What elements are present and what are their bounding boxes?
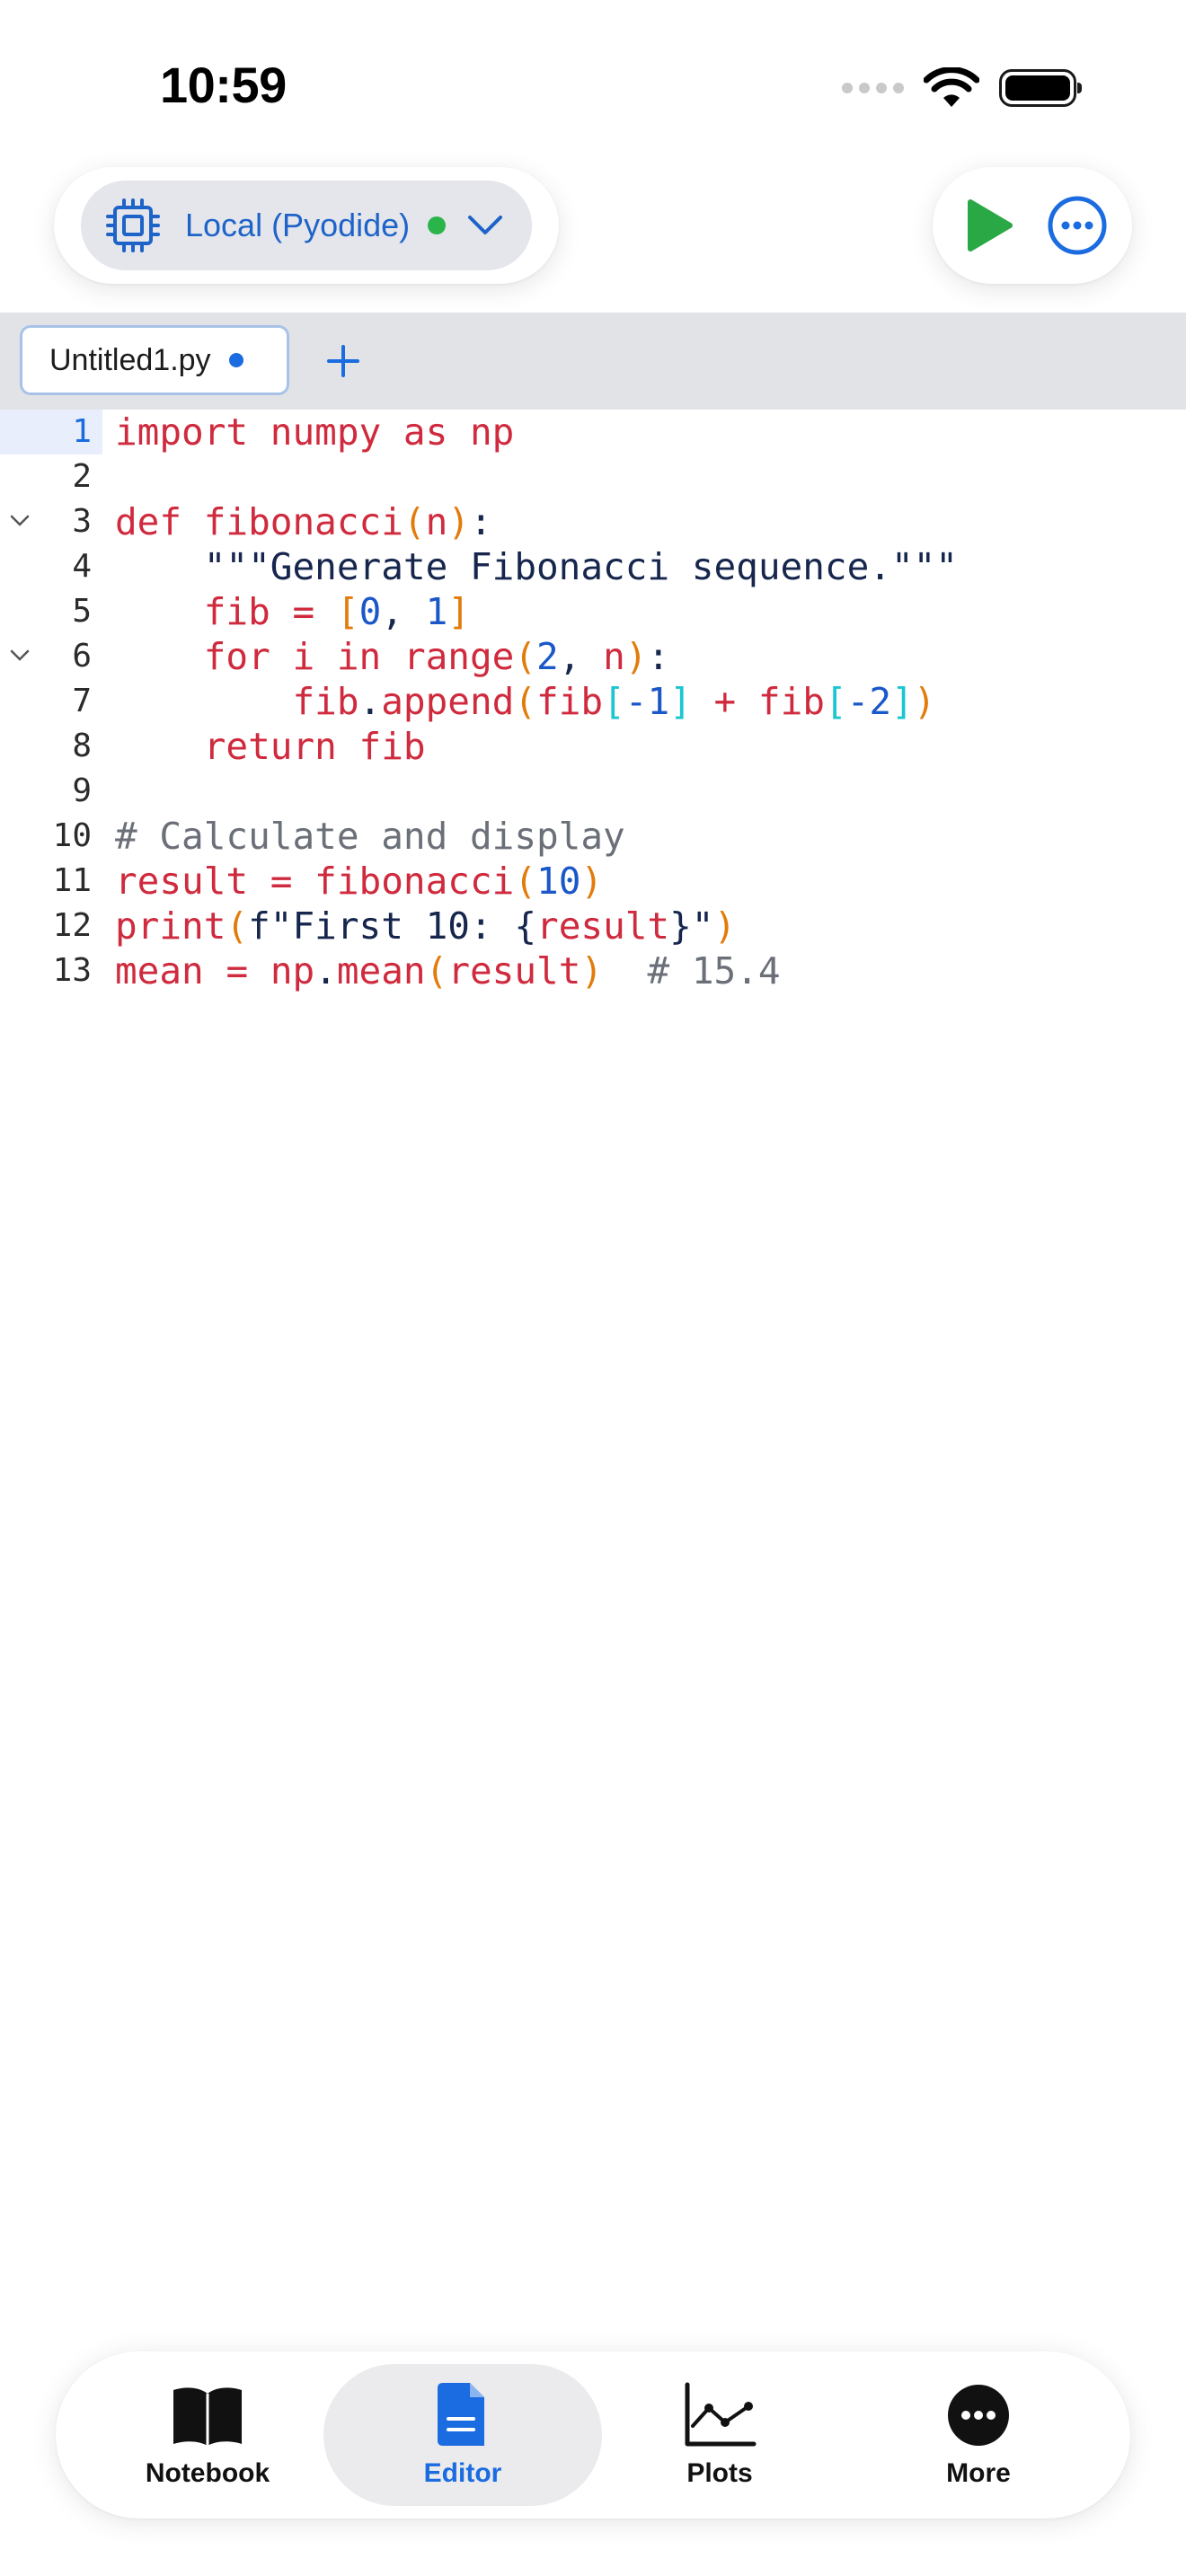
code-line[interactable]: 2: [0, 454, 1186, 499]
book-icon: [173, 2387, 242, 2446]
line-number: 13: [52, 952, 92, 989]
cpu-chip-icon: [106, 198, 160, 252]
line-chart-icon: [685, 2382, 757, 2447]
code-line[interactable]: 8 return fib: [0, 724, 1186, 769]
line-number: 5: [72, 593, 92, 630]
ellipsis-circle-icon: [1048, 196, 1106, 255]
nav-item-notebook[interactable]: Notebook: [68, 2364, 347, 2506]
line-number: 4: [72, 548, 92, 585]
code-text: fib = [0, 1]: [203, 590, 470, 633]
battery-icon: [999, 69, 1082, 107]
actions-container: [933, 167, 1132, 284]
file-tab[interactable]: Untitled1.py: [20, 325, 289, 395]
file-tab-name: Untitled1.py: [49, 342, 211, 377]
bottom-nav: Notebook Editor Plots More: [56, 2351, 1130, 2519]
code-line[interactable]: 13 mean = np.mean(result) # 15.4: [0, 948, 1186, 993]
code-editor[interactable]: 1 import numpy as np 2 3 def fibonacci(n…: [0, 410, 1186, 2350]
run-button[interactable]: [956, 193, 1021, 258]
chevron-down-icon: [468, 216, 503, 234]
code-line[interactable]: 1 import numpy as np: [0, 410, 1186, 454]
add-tab-button[interactable]: [323, 334, 363, 388]
more-options-button[interactable]: [1045, 193, 1110, 258]
cellular-signal-icon: [842, 83, 904, 93]
nav-item-editor[interactable]: Editor: [323, 2364, 602, 2506]
code-line[interactable]: 4 """Generate Fibonacci sequence.""": [0, 544, 1186, 589]
line-number: 2: [72, 458, 92, 495]
nav-label: Plots: [686, 2458, 753, 2488]
code-text: def fibonacci(n):: [115, 500, 492, 543]
fold-chevron-icon[interactable]: [9, 647, 31, 665]
status-icons: [842, 63, 1082, 113]
line-number: 9: [72, 772, 92, 809]
runtime-selector[interactable]: Local (Pyodide): [81, 181, 532, 270]
line-number: 6: [0, 634, 102, 679]
line-number: 10: [52, 817, 92, 854]
document-icon: [438, 2383, 484, 2446]
status-time: 10:59: [160, 57, 287, 113]
code-text: # Calculate and display: [115, 815, 625, 858]
code-line[interactable]: 3 def fibonacci(n):: [0, 499, 1186, 544]
nav-label: Editor: [423, 2458, 502, 2488]
nav-item-more[interactable]: More: [839, 2364, 1118, 2506]
code-line[interactable]: 7 fib.append(fib[-1] + fib[-2]): [0, 679, 1186, 724]
nav-label: Notebook: [145, 2458, 270, 2488]
code-line[interactable]: 6 for i in range(2, n):: [0, 634, 1186, 679]
code-text: mean = np.mean(result) # 15.4: [115, 949, 781, 992]
line-number: 1: [0, 410, 102, 454]
code-line[interactable]: 9: [0, 769, 1186, 814]
play-icon: [967, 199, 1013, 251]
runtime-selector-container: Local (Pyodide): [54, 167, 559, 284]
plus-icon: [327, 345, 359, 377]
code-line[interactable]: 5 fib = [0, 1]: [0, 589, 1186, 634]
runtime-status-dot: [428, 216, 447, 234]
wifi-icon: [924, 67, 979, 107]
code-text: fib.append(fib[-1] + fib[-2]): [292, 680, 936, 723]
code-text: return fib: [203, 725, 426, 768]
file-tab-bar: Untitled1.py: [0, 313, 1186, 410]
code-line[interactable]: 10 # Calculate and display: [0, 814, 1186, 859]
line-number: 7: [72, 683, 92, 719]
line-number: 8: [72, 728, 92, 764]
line-number: 12: [52, 907, 92, 944]
ellipsis-circle-icon: [948, 2385, 1009, 2446]
code-text: print(f"First 10: {result}"): [115, 904, 737, 948]
code-text: for i in range(2, n):: [203, 635, 670, 678]
nav-label: More: [946, 2458, 1011, 2488]
code-line[interactable]: 12 print(f"First 10: {result}"): [0, 904, 1186, 948]
code-text: result = fibonacci(10): [115, 860, 604, 903]
line-number: 3: [0, 499, 102, 544]
unsaved-indicator: [228, 353, 243, 367]
code-text: """Generate Fibonacci sequence.""": [115, 545, 958, 588]
code-text: import numpy as np: [115, 410, 515, 454]
line-number: 11: [52, 862, 92, 899]
fold-chevron-icon[interactable]: [9, 512, 31, 530]
runtime-label: Local (Pyodide): [185, 207, 411, 243]
code-line[interactable]: 11 result = fibonacci(10): [0, 859, 1186, 904]
nav-item-plots[interactable]: Plots: [580, 2364, 859, 2506]
